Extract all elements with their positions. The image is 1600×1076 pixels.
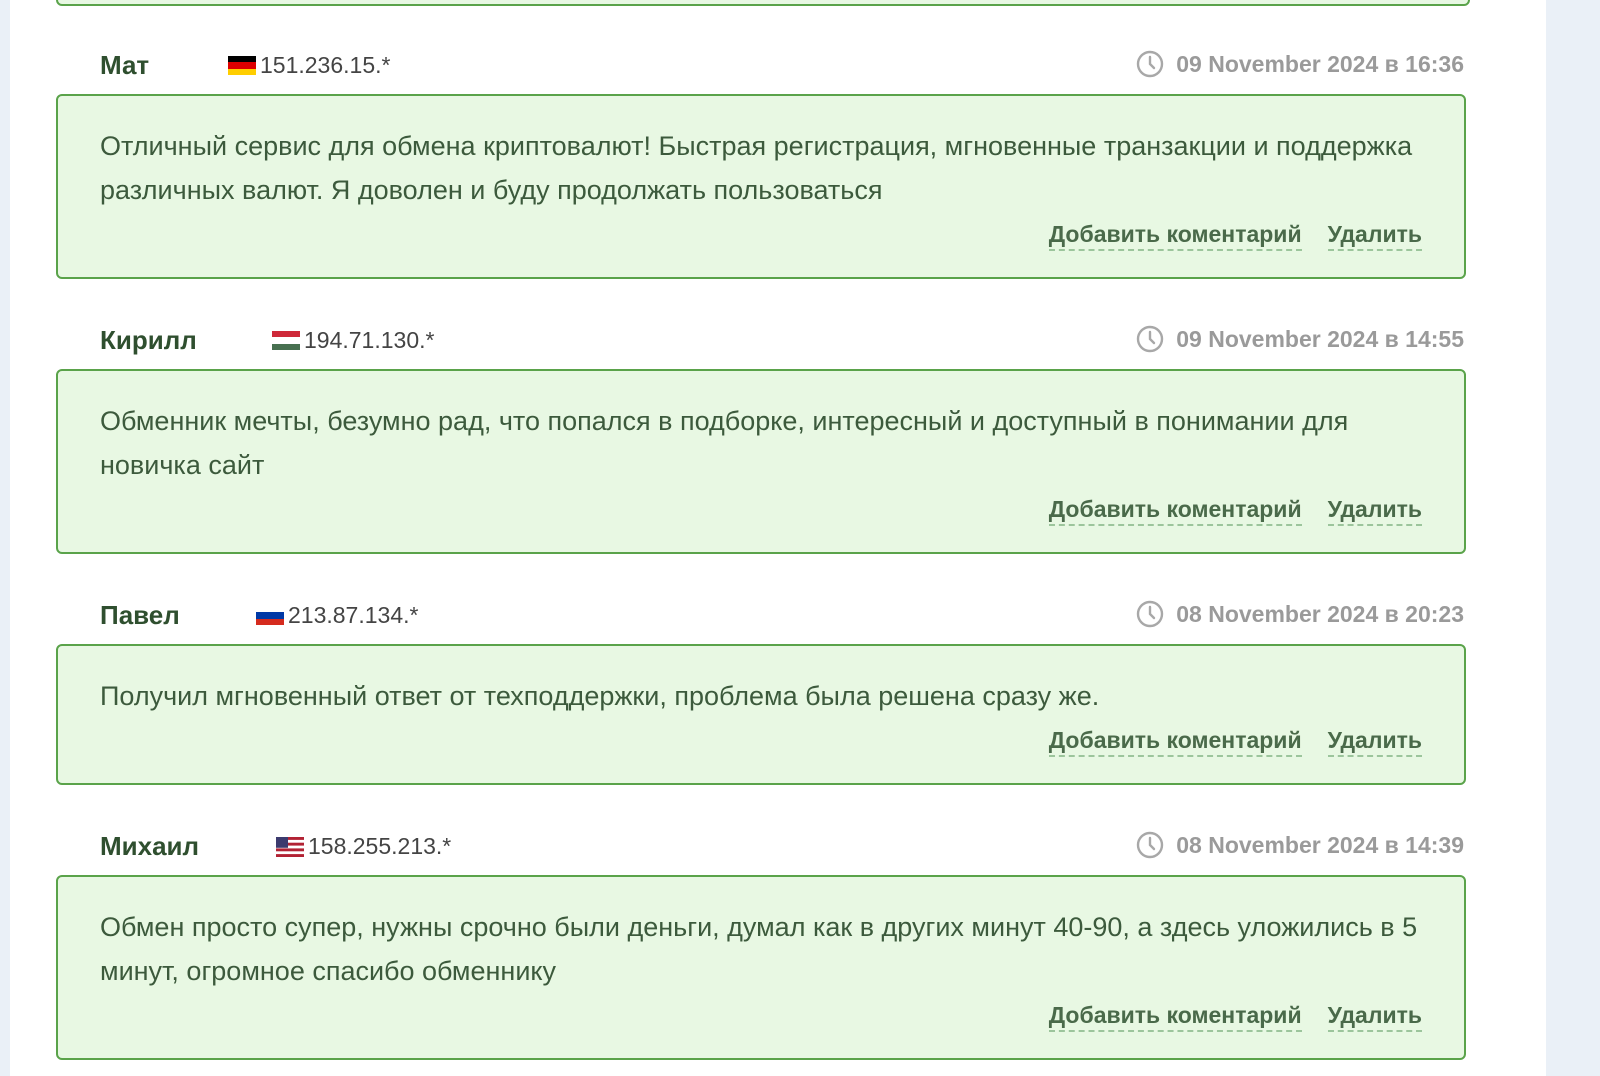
review-header: Павел 213.87.134.* 08 November 2024 в 20… — [10, 594, 1546, 638]
flag-hungary-icon — [272, 330, 300, 351]
review-author: Михаил — [100, 831, 200, 861]
review-box: Обменник мечты, безумно рад, что попался… — [56, 369, 1466, 554]
review-text: Получил мгновенный ответ от техподдержки… — [100, 681, 1100, 711]
clock-icon — [1137, 831, 1164, 859]
add-comment-link[interactable]: Добавить коментарий — [1048, 220, 1302, 251]
review-actions: Добавить коментарий Удалить — [100, 1001, 1422, 1032]
add-comment-link[interactable]: Добавить коментарий — [1048, 1001, 1302, 1032]
ip-address: 194.71.130.* — [304, 327, 435, 353]
review-header: Кирилл 194.71.130.* 09 November 2024 в 1… — [10, 319, 1546, 363]
review-date: 08 November 2024 в 20:23 — [1136, 600, 1464, 628]
review-box: Отличный сервис для обмена криптовалют! … — [56, 94, 1466, 279]
review-header: Михаил 158.255.213.* 08 November 2024 в — [10, 825, 1546, 869]
review-author: Кирилл — [100, 325, 197, 355]
delete-link[interactable]: Удалить — [1327, 495, 1422, 526]
review-item: Михаил 158.255.213.* 08 November 2024 в — [10, 825, 1546, 1060]
review-text: Отличный сервис для обмена криптовалют! … — [100, 131, 1413, 205]
review-date: 08 November 2024 в 14:39 — [1136, 831, 1464, 859]
delete-link[interactable]: Удалить — [1327, 220, 1422, 251]
review-box: Обмен просто супер, нужны срочно были де… — [56, 875, 1466, 1060]
review-ip: 151.236.15.* — [228, 52, 390, 79]
delete-link[interactable]: Удалить — [1327, 1001, 1422, 1032]
review-item: Кирилл 194.71.130.* 09 November 2024 в 1… — [10, 319, 1546, 554]
ip-address: 213.87.134.* — [288, 602, 419, 628]
date-text: 09 November 2024 в 16:36 — [1176, 50, 1464, 77]
clock-icon — [1137, 50, 1164, 78]
clock-icon — [1137, 600, 1164, 628]
flag-usa-icon — [276, 836, 304, 857]
delete-link[interactable]: Удалить — [1327, 726, 1422, 757]
reviews-page: Мат 151.236.15.* 09 November 2024 в 16:3… — [10, 0, 1546, 1076]
flag-russia-icon — [256, 605, 284, 626]
review-author: Мат — [100, 50, 150, 80]
review-ip: 213.87.134.* — [256, 602, 418, 629]
review-actions: Добавить коментарий Удалить — [100, 726, 1422, 757]
previous-review-box — [56, 0, 1470, 6]
review-text: Обмен просто супер, нужны срочно были де… — [100, 912, 1418, 986]
date-text: 09 November 2024 в 14:55 — [1176, 325, 1464, 352]
review-date: 09 November 2024 в 14:55 — [1136, 325, 1464, 353]
review-actions: Добавить коментарий Удалить — [100, 495, 1422, 526]
review-header: Мат 151.236.15.* 09 November 2024 в 16:3… — [10, 44, 1546, 88]
add-comment-link[interactable]: Добавить коментарий — [1048, 495, 1302, 526]
add-comment-link[interactable]: Добавить коментарий — [1048, 726, 1302, 757]
date-text: 08 November 2024 в 20:23 — [1176, 600, 1464, 627]
ip-address: 158.255.213.* — [308, 833, 452, 859]
flag-germany-icon — [228, 55, 256, 76]
review-box: Получил мгновенный ответ от техподдержки… — [56, 644, 1466, 785]
review-ip: 194.71.130.* — [272, 327, 434, 354]
review-actions: Добавить коментарий Удалить — [100, 220, 1422, 251]
review-date: 09 November 2024 в 16:36 — [1136, 50, 1464, 78]
review-item: Павел 213.87.134.* 08 November 2024 в 20… — [10, 594, 1546, 785]
date-text: 08 November 2024 в 14:39 — [1176, 831, 1464, 858]
clock-icon — [1137, 325, 1164, 353]
review-ip: 158.255.213.* — [276, 833, 451, 860]
review-text: Обменник мечты, безумно рад, что попался… — [100, 406, 1349, 480]
review-author: Павел — [100, 600, 180, 630]
review-item: Мат 151.236.15.* 09 November 2024 в 16:3… — [10, 44, 1546, 279]
ip-address: 151.236.15.* — [260, 52, 391, 78]
